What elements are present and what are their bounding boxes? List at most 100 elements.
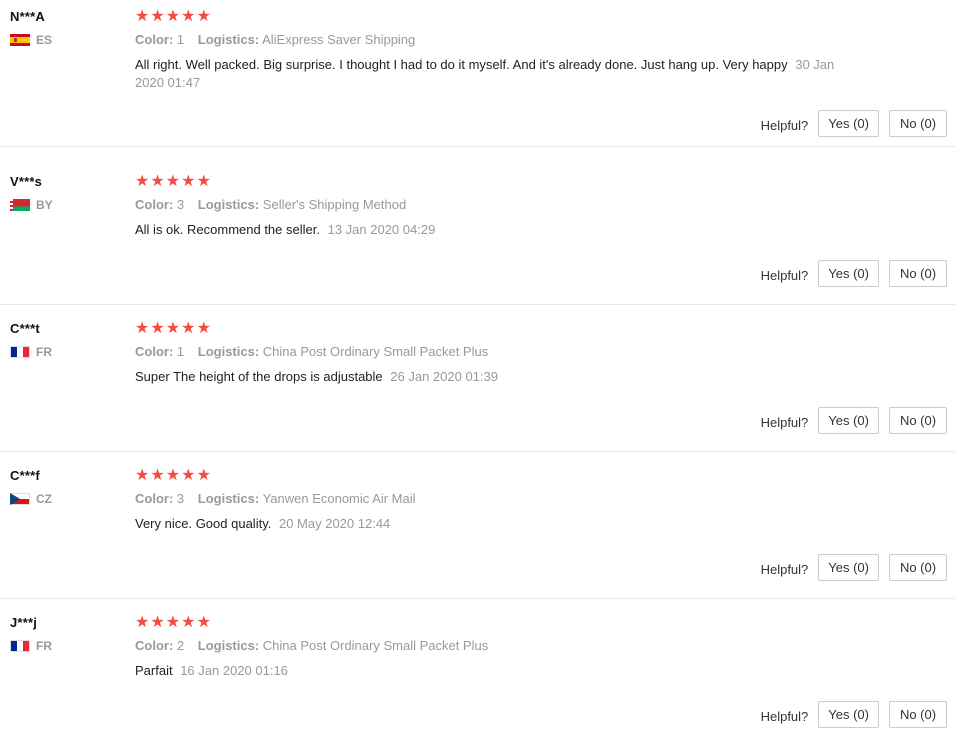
review-text: All is ok. Recommend the seller. 13 Jan … [135,221,835,239]
reviewer-name: N***A [10,9,45,24]
logistics-label: Logistics: [197,32,260,47]
logistics-value: China Post Ordinary Small Packet Plus [262,638,489,653]
review-date: 13 Jan 2020 04:29 [327,222,436,237]
review-content: ★★★★★ Color: 1 Logistics: AliExpress Sav… [135,8,835,92]
reviewer-info: J***j FR [10,614,120,653]
country-code: FR [36,345,52,359]
review-content: ★★★★★ Color: 1 Logistics: China Post Ord… [135,320,835,386]
review-date: 16 Jan 2020 01:16 [180,663,288,678]
logistics-value: Yanwen Economic Air Mail [262,491,416,506]
star-rating: ★★★★★ [135,173,835,191]
review-date: 20 May 2020 12:44 [278,516,391,531]
helpful-no-button[interactable]: No (0) [889,407,947,434]
star-icon: ★ [181,467,196,484]
star-icon: ★ [181,173,196,190]
review-item: C***f CZ ★★★★★ Color: 3 Logistics: Yanwe… [0,452,955,599]
star-rating: ★★★★★ [135,8,835,26]
helpful-actions: Helpful? Yes (0) No (0) [761,108,947,139]
country-code: ES [36,33,53,47]
country-code: FR [36,639,52,653]
star-icon: ★ [165,467,181,484]
purchase-info: Color: 3 Logistics: Seller's Shipping Me… [135,196,835,214]
star-icon: ★ [150,320,165,337]
reviewer-name: C***t [10,321,40,336]
helpful-actions: Helpful? Yes (0) No (0) [761,405,947,436]
star-rating: ★★★★★ [135,614,835,632]
star-icon: ★ [181,320,196,337]
color-label: Color: [135,32,174,47]
star-icon: ★ [181,8,196,25]
star-icon: ★ [150,614,165,631]
helpful-label: Helpful? [760,415,809,430]
france-flag-icon [10,640,30,652]
reviewer-country: ES [10,33,120,47]
helpful-label: Helpful? [760,562,809,577]
helpful-actions: Helpful? Yes (0) No (0) [761,258,947,289]
logistics-value: AliExpress Saver Shipping [262,32,416,47]
purchase-info: Color: 3 Logistics: Yanwen Economic Air … [135,490,835,508]
star-icon: ★ [196,173,211,190]
reviewer-info: C***t FR [10,320,120,359]
helpful-yes-button[interactable]: Yes (0) [818,260,879,287]
review-text: Super The height of the drops is adjusta… [135,368,835,386]
review-content: ★★★★★ Color: 3 Logistics: Seller's Shipp… [135,173,835,239]
helpful-yes-button[interactable]: Yes (0) [818,701,879,728]
reviewer-info: V***s BY [10,173,120,212]
color-label: Color: [135,344,174,359]
color-value: 2 [176,638,185,653]
helpful-yes-button[interactable]: Yes (0) [818,554,879,581]
logistics-label: Logistics: [197,638,260,653]
helpful-no-button[interactable]: No (0) [889,110,947,137]
czech-flag-icon [10,493,30,505]
reviewer-info: N***A ES [10,8,120,47]
helpful-no-button[interactable]: No (0) [889,554,947,581]
review-body: Parfait [135,663,173,678]
review-text: Very nice. Good quality. 20 May 2020 12:… [135,515,835,533]
review-text: All right. Well packed. Big surprise. I … [135,56,835,92]
review-item: V***s BY ★★★★★ Color: 3 Logistics: Selle… [0,158,955,305]
review-text: Parfait 16 Jan 2020 01:16 [135,662,835,680]
country-code: CZ [36,492,52,506]
helpful-yes-button[interactable]: Yes (0) [818,110,879,137]
review-body: Very nice. Good quality. [135,516,272,531]
spain-flag-icon [10,34,30,46]
helpful-no-button[interactable]: No (0) [889,701,947,728]
belarus-flag-icon [10,199,30,211]
review-date: 26 Jan 2020 01:39 [390,369,498,384]
color-label: Color: [135,491,174,506]
star-icon: ★ [196,614,211,631]
color-label: Color: [135,197,174,212]
france-flag-icon [10,346,30,358]
star-icon: ★ [181,614,196,631]
star-icon: ★ [135,614,150,631]
reviewer-country: FR [10,639,120,653]
color-value: 3 [176,491,185,506]
helpful-yes-button[interactable]: Yes (0) [818,407,879,434]
review-body: All right. Well packed. Big surprise. I … [135,57,788,72]
helpful-actions: Helpful? Yes (0) No (0) [761,699,947,730]
star-icon: ★ [165,8,181,25]
review-body: All is ok. Recommend the seller. [135,222,320,237]
star-icon: ★ [135,467,150,484]
review-item: C***t FR ★★★★★ Color: 1 Logistics: China… [0,305,955,452]
star-icon: ★ [165,320,181,337]
review-list: N***A ES ★★★★★ Color: 1 Logistics: AliEx… [0,0,965,741]
review-item: N***A ES ★★★★★ Color: 1 Logistics: AliEx… [0,0,955,147]
star-icon: ★ [135,173,150,190]
logistics-label: Logistics: [197,197,260,212]
helpful-no-button[interactable]: No (0) [889,260,947,287]
review-content: ★★★★★ Color: 2 Logistics: China Post Ord… [135,614,835,680]
star-icon: ★ [165,614,181,631]
helpful-label: Helpful? [760,268,809,283]
reviewer-country: FR [10,345,120,359]
star-icon: ★ [196,467,211,484]
helpful-label: Helpful? [760,709,809,724]
logistics-value: Seller's Shipping Method [262,197,407,212]
reviewer-name: C***f [10,468,40,483]
purchase-info: Color: 1 Logistics: AliExpress Saver Shi… [135,31,835,49]
purchase-info: Color: 1 Logistics: China Post Ordinary … [135,343,835,361]
helpful-actions: Helpful? Yes (0) No (0) [761,552,947,583]
country-code: BY [36,198,53,212]
color-value: 1 [176,32,185,47]
star-icon: ★ [135,8,150,25]
